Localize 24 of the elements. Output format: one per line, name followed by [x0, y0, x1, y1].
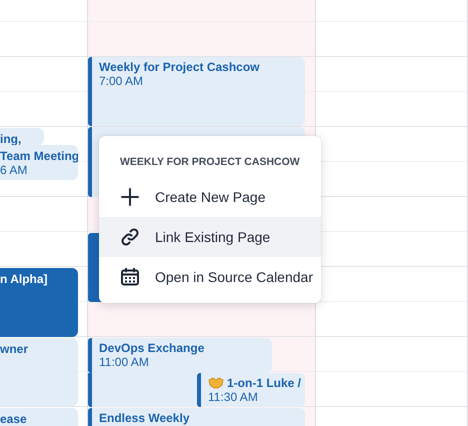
event-time: 11:00 AM [99, 355, 149, 369]
calendar-event[interactable]: ease [0, 408, 78, 426]
event-title: 1-on-1 Luke / [227, 376, 302, 390]
event-title: DevOps Exchange [99, 341, 204, 355]
calendar-event[interactable]: n Alpha] [0, 268, 78, 337]
event-title: Endless Weekly [99, 411, 190, 425]
event-title: Team Meeting [0, 149, 78, 163]
menu-item[interactable]: Create New Page [99, 177, 321, 217]
event-time: 6 AM [0, 163, 28, 177]
event-title: Weekly for Project Cashcow [99, 60, 260, 74]
calendar-event[interactable]: 1-on-1 Luke / 11:30 AM [197, 373, 305, 407]
event-title: n Alpha] [0, 272, 48, 286]
calendar-event[interactable]: Weekly for Project Cashcow 7:00 AM [88, 57, 305, 126]
menu-item[interactable]: Link Existing Page [99, 217, 321, 257]
menu-title: WEEKLY FOR PROJECT CASHCOW [120, 155, 300, 169]
event-time: 11:30 AM [208, 390, 258, 404]
calendar-event[interactable]: Team Meeting 6 AM [0, 145, 78, 180]
menu-item[interactable]: Open in Source Calendar [99, 257, 321, 297]
calendar-event[interactable]: DevOps Exchange 11:00 AM [88, 338, 272, 373]
calendar-event[interactable]: wner [0, 338, 78, 406]
event-title: ease [0, 412, 27, 426]
calendar-event[interactable]: Endless Weekly [88, 408, 305, 426]
event-title: wner [0, 342, 28, 356]
event-time: 7:00 AM [99, 74, 144, 88]
